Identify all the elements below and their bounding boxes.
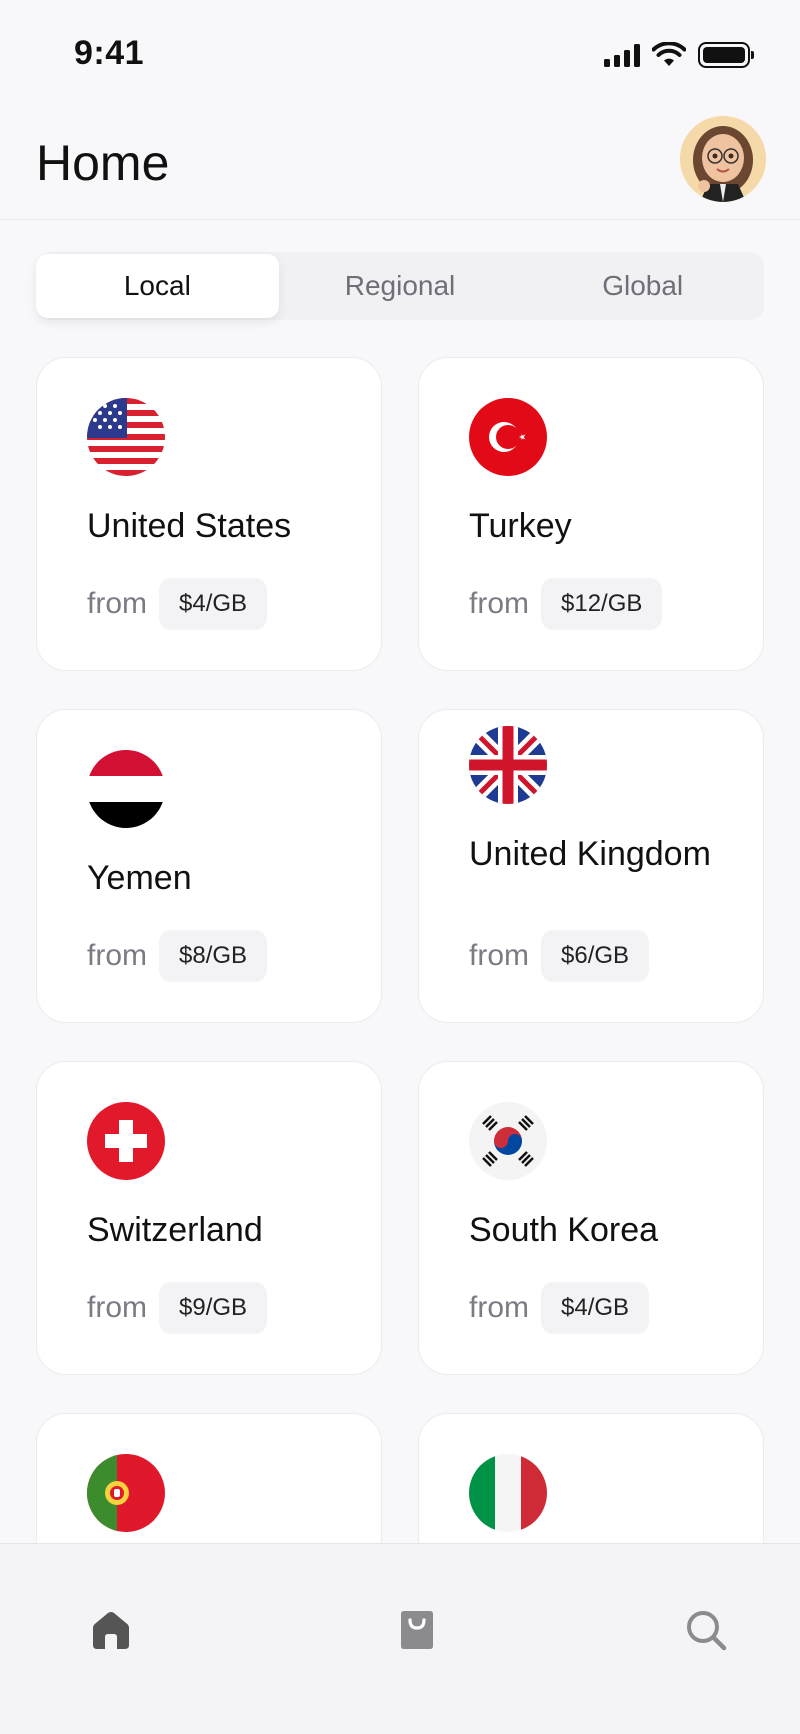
search-icon (687, 1611, 727, 1651)
price-row: from $4/GB (469, 1282, 650, 1334)
italy-flag-icon (469, 1454, 547, 1532)
price-badge: $12/GB (541, 578, 663, 630)
tab-local[interactable]: Local (36, 254, 279, 318)
battery-icon (698, 42, 754, 68)
page-title: Home (36, 135, 170, 191)
bottom-navigation (0, 1543, 800, 1734)
country-card-turkey[interactable]: Turkey from $12/GB (418, 357, 764, 671)
country-name: United States (87, 507, 292, 545)
country-name: United Kingdom (469, 835, 711, 873)
price-badge: $4/GB (541, 1282, 650, 1334)
switzerland-flag-icon (87, 1102, 165, 1180)
from-label: from (87, 1291, 147, 1324)
wifi-icon (652, 42, 686, 66)
yemen-flag-icon (87, 750, 165, 828)
price-badge: $9/GB (159, 1282, 268, 1334)
tab-global[interactable]: Global (521, 252, 764, 320)
portugal-flag-icon (87, 1454, 165, 1532)
from-label: from (87, 587, 147, 620)
country-card-united-states[interactable]: United States from $4/GB (36, 357, 382, 671)
price-row: from $4/GB (87, 578, 268, 630)
price-badge: $4/GB (159, 578, 268, 630)
segmented-tabs: Local Regional Global (36, 252, 764, 320)
country-card-yemen[interactable]: Yemen from $8/GB (36, 709, 382, 1023)
price-row: from $6/GB (469, 930, 650, 982)
from-label: from (469, 939, 529, 972)
uk-flag-icon (469, 726, 547, 804)
price-badge: $6/GB (541, 930, 650, 982)
country-name: South Korea (469, 1211, 659, 1249)
country-card-united-kingdom[interactable]: United Kingdom from $6/GB (418, 709, 764, 1023)
country-name: Yemen (87, 859, 192, 897)
avatar[interactable] (680, 116, 766, 202)
price-row: from $8/GB (87, 930, 268, 982)
from-label: from (469, 1291, 529, 1324)
status-icons (604, 40, 754, 70)
from-label: from (87, 939, 147, 972)
nav-home[interactable] (89, 1608, 133, 1652)
tab-regional[interactable]: Regional (279, 252, 522, 320)
nav-shop[interactable] (395, 1608, 439, 1652)
price-row: from $9/GB (87, 1282, 268, 1334)
us-flag-icon (87, 398, 165, 476)
country-card-south-korea[interactable]: South Korea from $4/GB (418, 1061, 764, 1375)
country-grid: United States from $4/GB Turkey from $12… (36, 357, 764, 1727)
price-badge: $8/GB (159, 930, 268, 982)
nav-search[interactable] (684, 1608, 728, 1652)
home-icon (93, 1612, 129, 1649)
from-label: from (469, 587, 529, 620)
turkey-flag-icon (469, 398, 547, 476)
price-row: from $12/GB (469, 578, 663, 630)
status-time: 9:41 (74, 34, 145, 72)
status-bar: 9:41 (0, 0, 800, 110)
shopping-bag-icon (401, 1611, 433, 1649)
avatar-image-icon (680, 116, 766, 202)
country-name: Turkey (469, 507, 572, 545)
south-korea-flag-icon (469, 1102, 547, 1180)
cellular-signal-icon (604, 43, 640, 67)
country-name: Switzerland (87, 1211, 263, 1249)
country-card-switzerland[interactable]: Switzerland from $9/GB (36, 1061, 382, 1375)
header: Home (0, 110, 800, 220)
